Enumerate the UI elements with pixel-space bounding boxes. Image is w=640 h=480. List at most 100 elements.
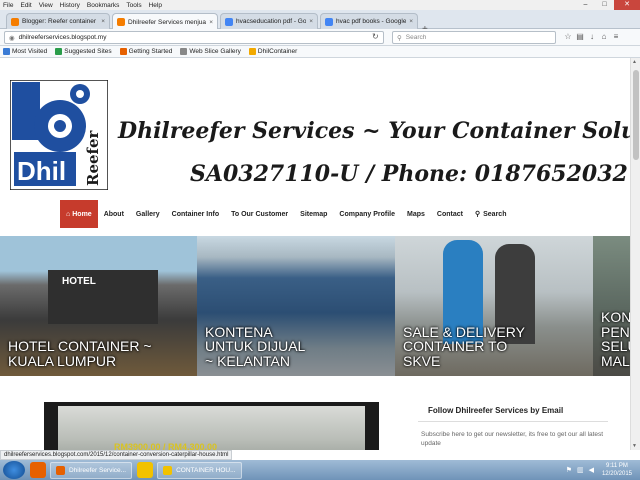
close-tab-icon[interactable]: ×	[409, 18, 413, 25]
nav-contact[interactable]: Contact	[431, 200, 469, 228]
minimize-button[interactable]: –	[576, 0, 595, 10]
bookmark-suggested-sites[interactable]: Suggested Sites	[55, 48, 112, 55]
search-icon: ⚲	[474, 211, 481, 218]
header-title: Dhilreefer Services ~ Your Container Sol…	[118, 118, 630, 144]
nav-to-our-customer[interactable]: To Our Customer	[225, 200, 294, 228]
firefox-icon	[56, 465, 65, 475]
tab-hvac-books[interactable]: hvac pdf books - Google S... ×	[320, 13, 418, 29]
scroll-up-icon[interactable]: ▲	[632, 59, 637, 65]
menu-history[interactable]: History	[60, 2, 80, 9]
taskbar: Dhilreefer Service... CONTAINER HOU... ⚑…	[0, 460, 640, 480]
nav-container-info[interactable]: Container Info	[166, 200, 225, 228]
slide-partial[interactable]: KON PEN SELU MAL	[593, 236, 630, 376]
close-tab-icon[interactable]: ×	[309, 18, 313, 25]
slide-hotel-container[interactable]: HOTEL HOTEL CONTAINER ~ KUALA LUMPUR	[0, 236, 197, 376]
scroll-down-icon[interactable]: ▼	[632, 443, 637, 449]
slide-caption: SALE & DELIVERY CONTAINER TO SKVE	[403, 323, 525, 369]
google-icon	[225, 17, 233, 26]
menu-icon[interactable]: ≡	[610, 32, 622, 41]
suggested-sites-icon	[55, 48, 63, 55]
slide-caption: KONTENA UNTUK DIJUAL ~ KELANTAN	[205, 323, 305, 369]
taskbar-item-container-house[interactable]: CONTAINER HOU...	[157, 461, 242, 479]
volume-icon[interactable]: ◀	[589, 466, 594, 474]
globe-icon: ◉	[9, 34, 15, 42]
tab-blogger[interactable]: Blogger: Reefer container ... ×	[6, 13, 110, 29]
google-icon	[325, 17, 333, 26]
folder-icon[interactable]	[137, 462, 154, 478]
nav-search[interactable]: ⚲ Search	[469, 200, 513, 228]
system-tray: ⚑ ▥ ◀	[561, 466, 594, 474]
bookmark-getting-started[interactable]: Getting Started	[119, 48, 172, 55]
network-icon[interactable]: ▥	[577, 466, 584, 474]
logo-word: Dhil	[17, 156, 66, 186]
bookmarks-bar: Most Visited Suggested Sites Getting Sta…	[0, 46, 640, 58]
slide-caption: KON PEN SELU MAL	[601, 309, 630, 369]
blogger-icon	[117, 18, 125, 26]
tab-hvac-education[interactable]: hvacseducation pdf - Goog... ×	[220, 13, 318, 29]
folder-icon	[248, 48, 256, 55]
tab-label: hvacseducation pdf - Goog...	[236, 18, 307, 25]
bookmark-web-slice-gallery[interactable]: Web Slice Gallery	[180, 48, 241, 55]
page-content: Dhil Reefer Dhilreefer Services ~ Your C…	[0, 58, 630, 450]
post-image[interactable]: RM3900.00 / RM4,300.00	[44, 402, 379, 450]
tab-label: hvac pdf books - Google S...	[336, 18, 407, 25]
slide-kontena-kelantan[interactable]: KONTENA UNTUK DIJUAL ~ KELANTAN	[197, 236, 395, 376]
reload-icon[interactable]: ↻	[372, 32, 379, 41]
price-text: RM3900.00 / RM4,300.00	[114, 442, 218, 450]
follow-by-email-text: Subscribe here to get our newsletter, it…	[421, 431, 604, 447]
star-icon[interactable]: ☆	[562, 32, 574, 41]
menu-bookmarks[interactable]: Bookmarks	[87, 2, 120, 9]
gear-icon	[3, 48, 10, 55]
bookmark-dhilcontainer[interactable]: DhilContainer	[248, 48, 297, 55]
clipboard-icon[interactable]: ▤	[574, 32, 586, 41]
hotel-sign: HOTEL	[62, 276, 96, 287]
flag-icon[interactable]: ⚑	[566, 466, 572, 474]
folder-icon	[163, 465, 173, 475]
menu-bar: File Edit View History Bookmarks Tools H…	[0, 0, 640, 10]
divider	[418, 421, 608, 422]
url-bar[interactable]: ◉ dhilreeferservices.blogspot.my	[4, 31, 384, 44]
bookmark-most-visited[interactable]: Most Visited	[3, 48, 47, 55]
close-window-button[interactable]: ✕	[614, 0, 640, 10]
slide-sale-delivery[interactable]: SALE & DELIVERY CONTAINER TO SKVE	[395, 236, 593, 376]
menu-edit[interactable]: Edit	[20, 2, 31, 9]
slideshow: HOTEL HOTEL CONTAINER ~ KUALA LUMPUR KON…	[0, 236, 630, 376]
clock-time: 9:11 PM	[606, 463, 628, 469]
navigation-bar: ◉ dhilreeferservices.blogspot.my ↻ ⚲ Sea…	[0, 29, 640, 46]
dhil-reefer-logo[interactable]: Dhil Reefer	[10, 80, 108, 190]
nav-home[interactable]: ⌂ Home	[60, 200, 98, 228]
download-icon[interactable]: ↓	[586, 32, 598, 41]
tab-strip: Blogger: Reefer container ... × Dhilreef…	[0, 10, 640, 35]
toolbar-icons: ☆ ▤ ↓ ⌂ ≡	[562, 32, 622, 41]
scrollbar-thumb[interactable]	[633, 70, 639, 160]
menu-file[interactable]: File	[3, 2, 13, 9]
home-icon: ⌂	[66, 210, 71, 218]
nav-company-profile[interactable]: Company Profile	[333, 200, 401, 228]
page-scrollbar[interactable]: ▲ ▼	[630, 58, 640, 450]
nav-maps[interactable]: Maps	[401, 200, 431, 228]
close-tab-icon[interactable]: ×	[209, 19, 213, 26]
blogger-icon	[11, 17, 19, 26]
header-subtitle: SA0327110-U / Phone: 0187652032	[190, 161, 628, 187]
nav-about[interactable]: About	[98, 200, 130, 228]
site-navigation: ⌂ Home About Gallery Container Info To Ou…	[60, 200, 512, 228]
maximize-button[interactable]: □	[595, 0, 614, 10]
tab-dhilreefer[interactable]: Dhilreefer Services menjual... ×	[112, 13, 218, 30]
search-input[interactable]: ⚲ Search	[392, 31, 556, 44]
follow-by-email-title: Follow Dhilreefer Services by Email	[428, 406, 564, 415]
menu-view[interactable]: View	[39, 2, 53, 9]
close-tab-icon[interactable]: ×	[101, 18, 105, 25]
taskbar-item-dhilreefer[interactable]: Dhilreefer Service...	[50, 461, 133, 479]
status-link-url: dhilreeferservices.blogspot.com/2015/12/…	[0, 450, 233, 460]
tab-label: Dhilreefer Services menjual...	[128, 18, 207, 26]
nav-sitemap[interactable]: Sitemap	[294, 200, 333, 228]
start-button[interactable]	[3, 461, 25, 479]
menu-tools[interactable]: Tools	[126, 2, 141, 9]
menu-help[interactable]: Help	[149, 2, 162, 9]
firefox-icon[interactable]	[30, 462, 46, 478]
home-icon[interactable]: ⌂	[598, 32, 610, 41]
nav-gallery[interactable]: Gallery	[130, 200, 166, 228]
logo-side-text: Reefer	[84, 129, 102, 186]
web-slice-icon	[180, 48, 188, 55]
clock[interactable]: 9:11 PM 12/20/2015	[602, 462, 632, 478]
